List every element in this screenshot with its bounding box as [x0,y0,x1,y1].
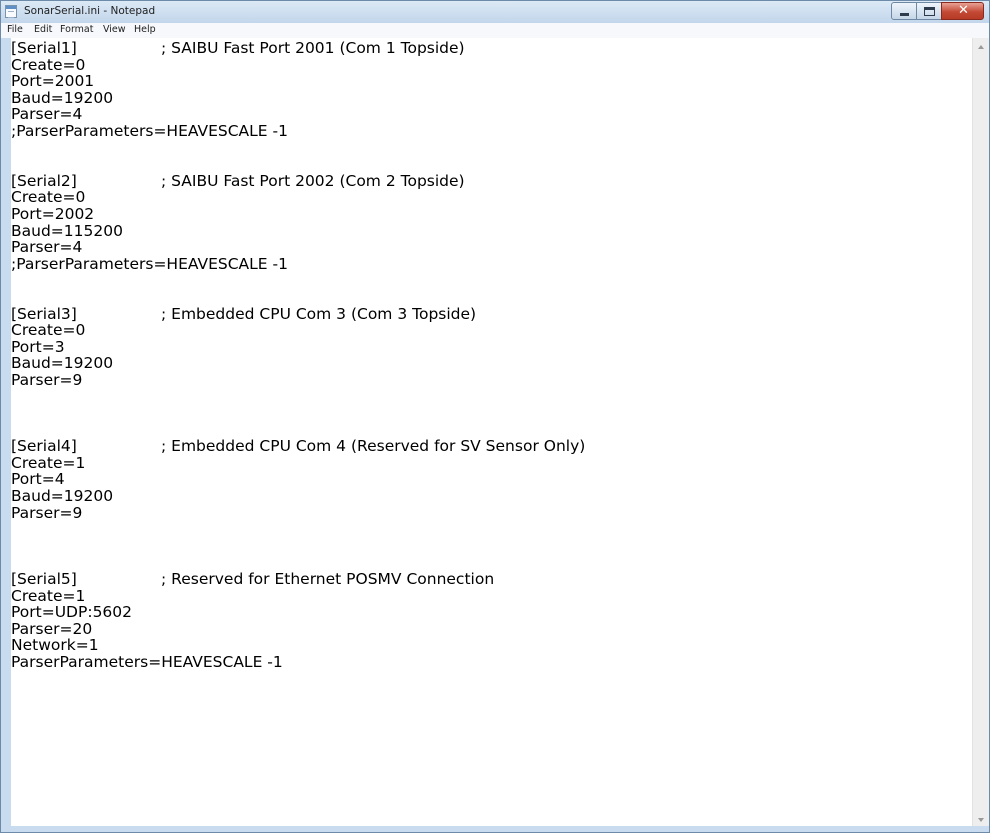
menu-bar: File Edit Format View Help [1,23,989,38]
line-text: Parser=4 [11,239,83,256]
text-line [11,140,972,157]
text-line: ;ParserParameters=HEAVESCALE -1 [11,123,972,140]
text-line: Create=1 [11,588,972,605]
window-controls: ✕ [891,2,984,20]
scroll-down-arrow-icon[interactable] [978,818,984,822]
maximize-button[interactable] [916,2,942,20]
text-line: Baud=19200 [11,90,972,107]
text-line: Network=1 [11,637,972,654]
text-line: Baud=19200 [11,488,972,505]
text-line: [Serial3] ; Embedded CPU Com 3 (Com 3 Top… [11,306,972,323]
line-text: Port=2001 [11,73,95,90]
text-line [11,156,972,173]
window-bottom-border [1,826,989,832]
text-line: Parser=9 [11,505,972,522]
section-comment: ; SAIBU Fast Port 2001 (Com 1 Topside) [161,40,465,57]
line-text: ;ParserParameters=HEAVESCALE -1 [11,255,288,273]
text-line: Create=0 [11,322,972,339]
vertical-scrollbar[interactable] [972,38,989,826]
text-line: [Serial5] ; Reserved for Ethernet POSMV C… [11,571,972,588]
close-icon: ✕ [958,3,969,18]
section-header: [Serial2] [11,172,77,190]
line-text: Parser=20 [11,620,93,638]
text-line: Parser=4 [11,239,972,256]
text-line: [Serial1] ; SAIBU Fast Port 2001 (Com 1 T… [11,40,972,57]
text-line: [Serial4] ; Embedded CPU Com 4 (Reserved … [11,438,972,455]
title-bar[interactable]: SonarSerial.ini - Notepad ✕ [1,1,989,23]
line-text: Parser=9 [11,371,83,389]
section-comment: ; Embedded CPU Com 3 (Com 3 Topside) [161,305,477,323]
line-text: ;ParserParameters=HEAVESCALE -1 [11,122,288,140]
line-text: Create=1 [11,587,86,605]
section-comment: ; Embedded CPU Com 4 (Reserved for SV Se… [161,438,586,455]
minimize-button[interactable] [891,2,917,20]
text-line: Port=4 [11,471,972,488]
text-line [11,521,972,538]
text-line: Baud=19200 [11,355,972,372]
text-line: Create=0 [11,57,972,74]
text-line [11,405,972,422]
section-comment: ; SAIBU Fast Port 2002 (Com 2 Topside) [161,172,465,190]
section-header: [Serial1] [11,40,77,57]
maximize-icon [924,7,935,16]
line-text: Baud=19200 [11,488,114,505]
text-line: Baud=115200 [11,223,972,240]
section-header: [Serial4] [11,438,77,455]
text-line: Create=1 [11,455,972,472]
text-line: Create=0 [11,189,972,206]
line-text: Parser=4 [11,106,83,123]
editor-text-content[interactable]: [Serial1] ; SAIBU Fast Port 2001 (Com 1 T… [11,38,972,671]
line-text: Port=UDP:5602 [11,604,133,621]
line-text: Create=0 [11,189,86,206]
text-line: Port=2002 [11,206,972,223]
line-text: ParserParameters=HEAVESCALE -1 [11,653,283,671]
window-title: SonarSerial.ini - Notepad [24,5,156,17]
section-comment: ; Reserved for Ethernet POSMV Connection [161,571,495,588]
menu-format[interactable]: Format [60,24,93,35]
line-text: Port=4 [11,471,65,489]
menu-file[interactable]: File [7,24,23,35]
notepad-window: SonarSerial.ini - Notepad ✕ File Edit Fo… [0,0,990,833]
line-text: Baud=115200 [11,222,123,240]
line-text: Baud=19200 [11,355,114,372]
text-line [11,388,972,405]
minimize-icon [900,13,909,16]
line-text: Create=0 [11,56,86,74]
menu-view[interactable]: View [103,24,126,35]
text-line: [Serial2] ; SAIBU Fast Port 2002 (Com 2 T… [11,173,972,190]
text-line: ;ParserParameters=HEAVESCALE -1 [11,256,972,273]
text-line: ParserParameters=HEAVESCALE -1 [11,654,972,671]
text-line [11,289,972,306]
text-line [11,538,972,555]
text-line: Parser=20 [11,621,972,638]
line-text: Network=1 [11,637,99,654]
section-header: [Serial3] [11,305,77,323]
text-line [11,554,972,571]
text-line: Parser=4 [11,106,972,123]
text-line: Parser=9 [11,372,972,389]
menu-help[interactable]: Help [134,24,156,35]
text-line: Port=2001 [11,73,972,90]
line-text: Baud=19200 [11,89,114,107]
notepad-app-icon[interactable] [5,5,17,18]
line-text: Create=0 [11,322,86,339]
section-header: [Serial5] [11,571,77,588]
text-line: Port=3 [11,339,972,356]
text-line [11,272,972,289]
scroll-up-arrow-icon[interactable] [978,45,984,49]
text-line: Port=UDP:5602 [11,604,972,621]
close-button[interactable]: ✕ [941,2,984,20]
text-editor[interactable]: [Serial1] ; SAIBU Fast Port 2001 (Com 1 T… [11,38,972,826]
line-text: Port=3 [11,338,65,356]
menu-edit[interactable]: Edit [34,24,52,35]
text-line [11,422,972,439]
line-text: Parser=9 [11,504,83,522]
line-text: Create=1 [11,454,86,472]
line-text: Port=2002 [11,205,95,223]
